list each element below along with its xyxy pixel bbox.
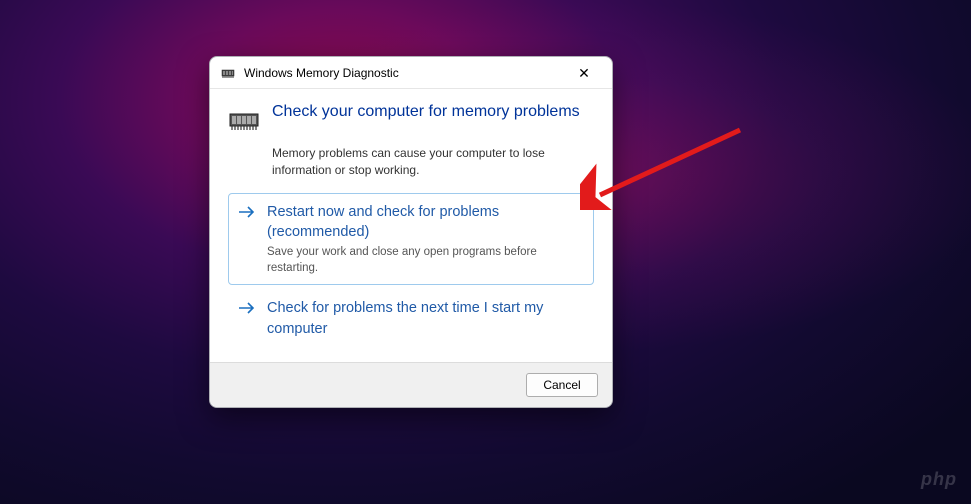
memory-stick-icon [228, 105, 260, 137]
arrow-right-icon [237, 298, 257, 339]
close-icon: ✕ [578, 66, 590, 80]
option-check-next-start[interactable]: Check for problems the next time I start… [228, 289, 594, 348]
option-title: Check for problems the next time I start… [267, 298, 583, 339]
titlebar: Windows Memory Diagnostic ✕ [210, 57, 612, 89]
dialog-heading: Check your computer for memory problems [272, 103, 580, 121]
cancel-button[interactable]: Cancel [526, 373, 598, 397]
dialog-subtext: Memory problems can cause your computer … [272, 145, 594, 179]
window-title: Windows Memory Diagnostic [244, 66, 562, 80]
dialog-body: Check your computer for memory problems … [210, 89, 612, 362]
arrow-right-icon [237, 202, 257, 277]
option-restart-now[interactable]: Restart now and check for problems (reco… [228, 193, 594, 286]
close-button[interactable]: ✕ [562, 59, 606, 87]
dialog-footer: Cancel [210, 362, 612, 407]
option-title: Restart now and check for problems (reco… [267, 202, 583, 243]
memory-diagnostic-titlebar-icon [220, 65, 236, 81]
memory-diagnostic-dialog: Windows Memory Diagnostic ✕ [209, 56, 613, 408]
watermark: php [921, 469, 957, 490]
option-desc: Save your work and close any open progra… [267, 245, 583, 276]
